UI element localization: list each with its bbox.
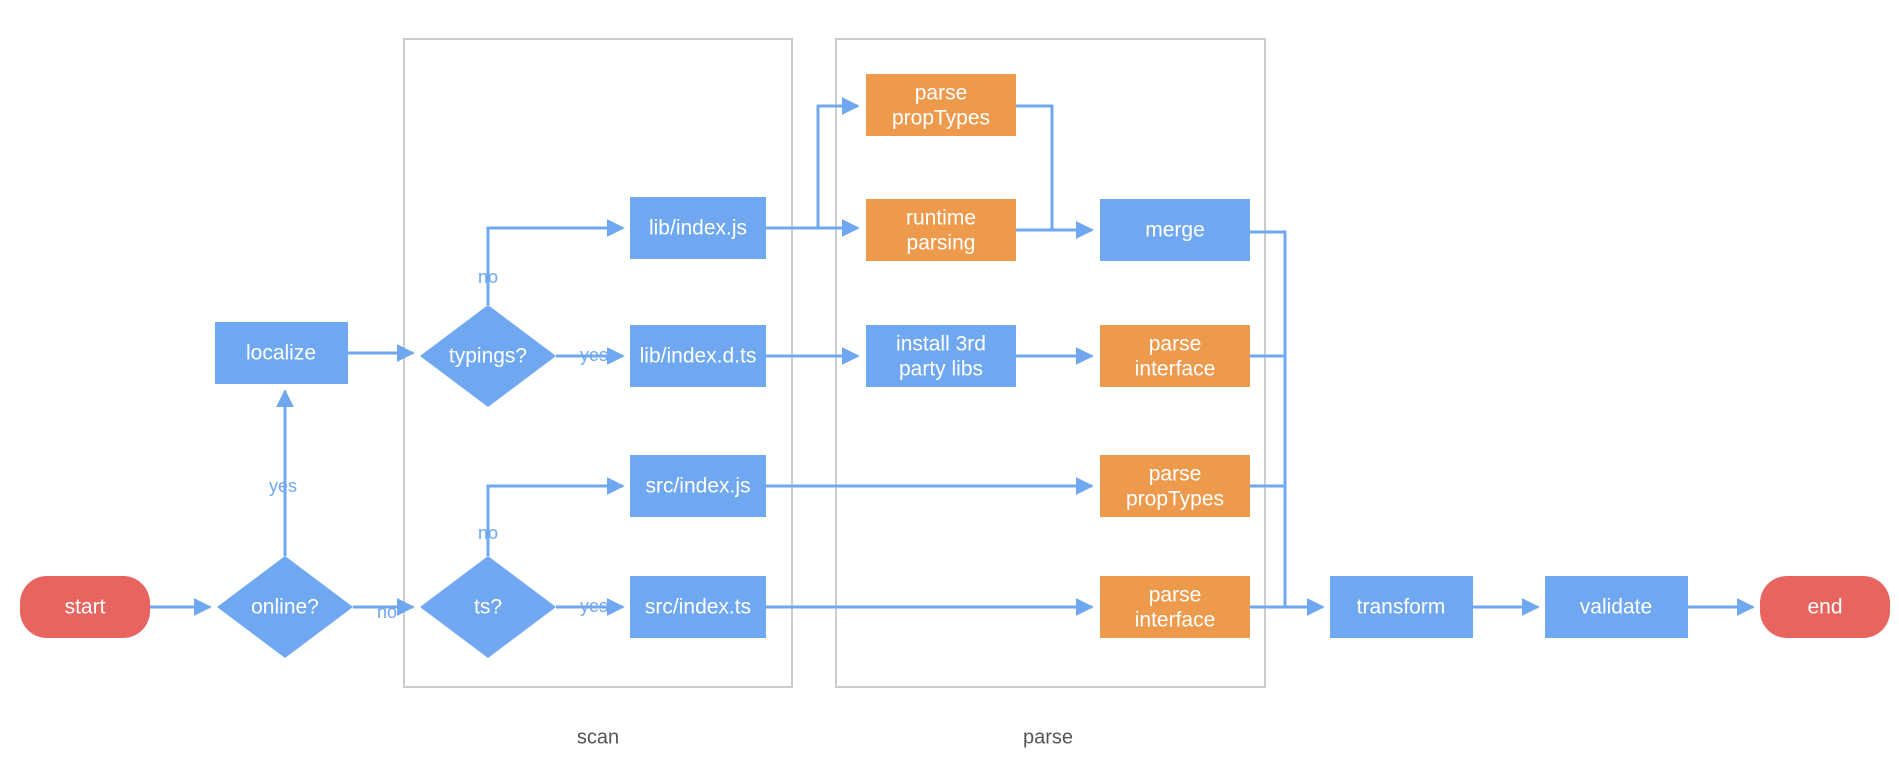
node-end[interactable]: end [1760,576,1890,638]
node-start[interactable]: start [20,576,150,638]
node-runtime-parsing-shape[interactable] [866,199,1016,261]
node-install-3rd-party-libs-shape[interactable] [866,325,1016,387]
node-parse-proptypes-mid-shape[interactable] [1100,455,1250,517]
node-parse-proptypes-top-shape[interactable] [866,74,1016,136]
node-lib-index-js[interactable]: lib/index.js [630,197,766,259]
edge-libindexjs-proptypes [816,97,860,228]
node-parse-interface-bot-shape[interactable] [1100,576,1250,638]
node-localize[interactable]: localize [215,322,348,384]
nodes-layer: start online? localize typings? ts? lib/… [20,74,1890,658]
edge-label-online-yes: yes [269,476,297,496]
node-end-shape[interactable] [1760,576,1890,638]
edge-label-online-no: no [377,602,397,622]
edge-proptypes-merge [1016,104,1094,239]
node-typings[interactable]: typings? [420,305,556,407]
node-online-shape[interactable] [217,556,353,658]
node-lib-index-dts-shape[interactable] [630,325,766,387]
node-parse-interface-mid-shape[interactable] [1100,325,1250,387]
edge-merge-to-bus [1250,230,1287,607]
node-transform[interactable]: transform [1330,576,1473,638]
flowchart-svg: scan parse yes no no yes no yes start on… [20,38,1890,748]
node-ts[interactable]: ts? [420,556,556,658]
node-src-index-js-shape[interactable] [630,455,766,517]
node-transform-shape[interactable] [1330,576,1473,638]
group-scan-label: scan [577,726,619,748]
node-parse-interface-bot[interactable]: parse interface [1100,576,1250,638]
node-src-index-ts-shape[interactable] [630,576,766,638]
node-runtime-parsing[interactable]: runtime parsing [866,199,1016,261]
node-lib-index-js-shape[interactable] [630,197,766,259]
node-online[interactable]: online? [217,556,353,658]
flowchart-canvas: scan parse yes no no yes no yes start on… [0,0,1899,776]
node-src-index-js[interactable]: src/index.js [630,455,766,517]
node-validate[interactable]: validate [1545,576,1688,638]
node-validate-shape[interactable] [1545,576,1688,638]
node-src-index-ts[interactable]: src/index.ts [630,576,766,638]
node-merge-shape[interactable] [1100,199,1250,261]
node-start-shape[interactable] [20,576,150,638]
edge-typings-libindexjs [486,219,625,305]
node-localize-shape[interactable] [215,322,348,384]
group-parse-label: parse [1023,726,1073,748]
node-merge[interactable]: merge [1100,199,1250,261]
node-lib-index-dts[interactable]: lib/index.d.ts [630,325,766,387]
node-typings-shape[interactable] [420,305,556,407]
node-parse-proptypes-mid[interactable]: parse propTypes [1100,455,1250,517]
node-ts-shape[interactable] [420,556,556,658]
node-parse-proptypes-top[interactable]: parse propTypes [866,74,1016,136]
node-parse-interface-mid[interactable]: parse interface [1100,325,1250,387]
node-install-3rd-party-libs[interactable]: install 3rd party libs [866,325,1016,387]
group-scan: scan [403,38,793,748]
edge-ts-srcindexjs [486,477,625,556]
